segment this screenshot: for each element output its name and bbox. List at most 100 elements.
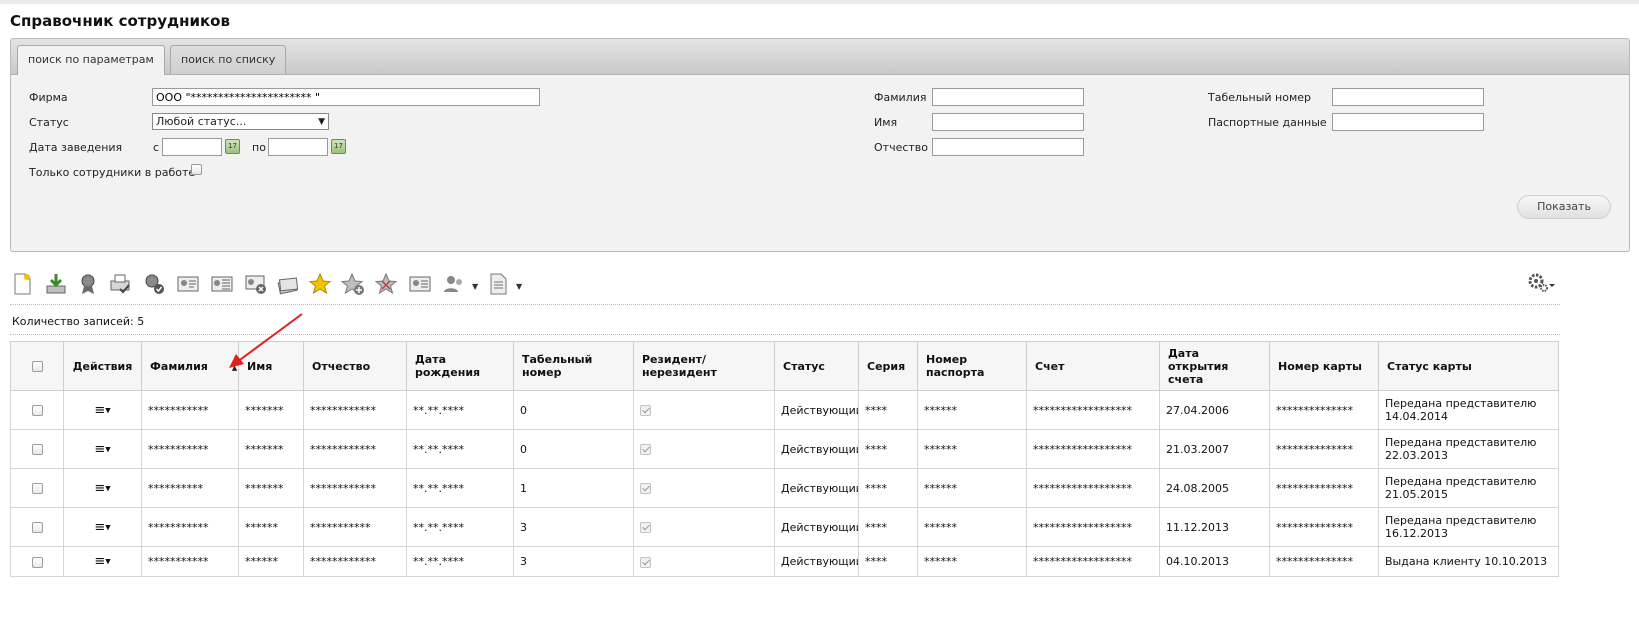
id-card-list-icon[interactable] (210, 272, 234, 296)
column-header[interactable]: Номер карты (1269, 341, 1379, 391)
row-checkbox[interactable] (31, 522, 43, 533)
firm-input[interactable] (152, 88, 540, 106)
users-icon[interactable] (442, 272, 466, 296)
resident-cell (633, 429, 775, 469)
select-all-column (10, 341, 64, 391)
cell-series: **** (858, 507, 918, 547)
cell-passport: ****** (917, 546, 1027, 577)
new-document-icon[interactable] (10, 272, 34, 296)
id-card-delete-icon[interactable] (244, 272, 268, 296)
cards-stack-icon[interactable] (276, 272, 300, 296)
row-checkbox[interactable] (31, 444, 43, 455)
cell-birth: **.**.**** (406, 546, 514, 577)
patronymic-input[interactable] (932, 138, 1084, 156)
award-icon[interactable] (76, 272, 100, 296)
star-remove-icon[interactable] (374, 272, 398, 296)
table-row: ≡▼ *********** ******* ************ **.**.**… (10, 390, 1559, 430)
cell-lastname: *********** (141, 390, 239, 430)
cell-opened: 04.10.2013 (1159, 546, 1270, 577)
row-select-cell (10, 468, 64, 508)
cell-status: Действующий (774, 429, 859, 469)
status-select[interactable]: Любой статус... ▼ (152, 113, 329, 130)
column-header[interactable]: Дата рождения (406, 341, 514, 391)
top-strip (0, 0, 1639, 4)
column-header: Действия (63, 341, 142, 391)
status-select-value: Любой статус... (156, 115, 247, 128)
cell-firstname: ******* (238, 429, 304, 469)
cell-card: ************** (1269, 546, 1379, 577)
star-icon[interactable] (308, 272, 332, 296)
row-actions-menu-icon[interactable]: ≡▼ (94, 481, 110, 496)
cell-birth: **.**.**** (406, 507, 514, 547)
row-actions-cell: ≡▼ (63, 507, 142, 547)
table-row: ≡▼ *********** ****** *********** **.**.****… (10, 507, 1559, 547)
table-row: ≡▼*******************************.**.***… (10, 546, 1559, 577)
date-from-input[interactable] (162, 138, 222, 156)
row-actions-cell: ≡▼ (63, 546, 142, 577)
firm-label: Фирма (29, 91, 68, 104)
record-count: Количество записей: 5 (12, 315, 145, 328)
cell-birth: **.**.**** (406, 429, 514, 469)
tab-search-by-list[interactable]: поиск по списку (170, 45, 287, 74)
row-actions-menu-icon[interactable]: ≡▼ (94, 403, 110, 418)
cell-lastname: *********** (141, 429, 239, 469)
cell-passport: ****** (917, 429, 1027, 469)
row-checkbox[interactable] (31, 483, 43, 494)
firstname-label: Имя (874, 116, 898, 129)
id-card-icon[interactable] (176, 272, 200, 296)
cell-patronymic: ************ (303, 390, 407, 430)
tab-search-by-parameters[interactable]: поиск по параметрам (17, 45, 165, 75)
column-header[interactable]: Статус карты (1378, 341, 1559, 391)
gear-icon[interactable] (1528, 272, 1556, 297)
column-header[interactable]: Номер паспорта (917, 341, 1027, 391)
document-icon[interactable] (486, 272, 510, 296)
document-dropdown-caret-icon[interactable]: ▼ (516, 282, 522, 291)
tabnum-input[interactable] (1332, 88, 1484, 106)
award-check-icon[interactable] (142, 272, 166, 296)
row-actions-menu-icon[interactable]: ≡▼ (94, 520, 110, 535)
calendar-icon[interactable]: 17 (331, 139, 346, 154)
patronymic-label: Отчество (874, 141, 929, 154)
cell-series: **** (858, 429, 918, 469)
cell-account: ****************** (1026, 507, 1160, 547)
cell-tabnum: 0 (513, 429, 634, 469)
cell-card: ************** (1269, 390, 1379, 430)
download-icon[interactable] (44, 272, 68, 296)
column-header-label: Фамилия (150, 359, 208, 373)
column-header-lastname[interactable]: Фамилия ▲ (141, 341, 239, 391)
row-select-cell (10, 546, 64, 577)
column-header[interactable]: Серия (858, 341, 918, 391)
users-dropdown-caret-icon[interactable]: ▼ (472, 282, 478, 291)
cell-firstname: ******* (238, 468, 304, 508)
table-row: ≡▼*******************************.**.***… (10, 468, 1559, 508)
date-to-input[interactable] (268, 138, 328, 156)
resident-cell (633, 390, 775, 430)
resident-checkbox (640, 522, 651, 533)
firstname-input[interactable] (932, 113, 1084, 131)
row-checkbox[interactable] (31, 405, 43, 416)
cell-card-status: Передана представителю 22.03.2013 (1378, 429, 1559, 469)
passport-input[interactable] (1332, 113, 1484, 131)
column-header[interactable]: Статус (774, 341, 859, 391)
row-actions-menu-icon[interactable]: ≡▼ (94, 442, 110, 457)
calendar-icon[interactable]: 17 (225, 139, 240, 154)
print-check-icon[interactable] (108, 272, 132, 296)
row-actions-menu-icon[interactable]: ≡▼ (94, 554, 110, 569)
only-working-checkbox[interactable] (191, 164, 202, 175)
cell-card: ************** (1269, 468, 1379, 508)
column-header[interactable]: Отчество (303, 341, 407, 391)
cell-opened: 27.04.2006 (1159, 390, 1270, 430)
resident-cell (633, 546, 775, 577)
row-checkbox[interactable] (31, 556, 43, 568)
column-header[interactable]: Табельный номер (513, 341, 634, 391)
id-card-settings-icon[interactable] (408, 272, 432, 296)
column-header[interactable]: Резидент/ нерезидент (633, 341, 775, 391)
column-header[interactable]: Дата открытия счета (1159, 341, 1270, 391)
lastname-input[interactable] (932, 88, 1084, 106)
select-all-checkbox[interactable] (31, 361, 43, 372)
star-add-icon[interactable] (340, 272, 365, 296)
cell-card: ************** (1269, 507, 1379, 547)
show-button[interactable]: Показать (1517, 195, 1611, 219)
resident-cell (633, 507, 775, 547)
column-header[interactable]: Счет (1026, 341, 1160, 391)
